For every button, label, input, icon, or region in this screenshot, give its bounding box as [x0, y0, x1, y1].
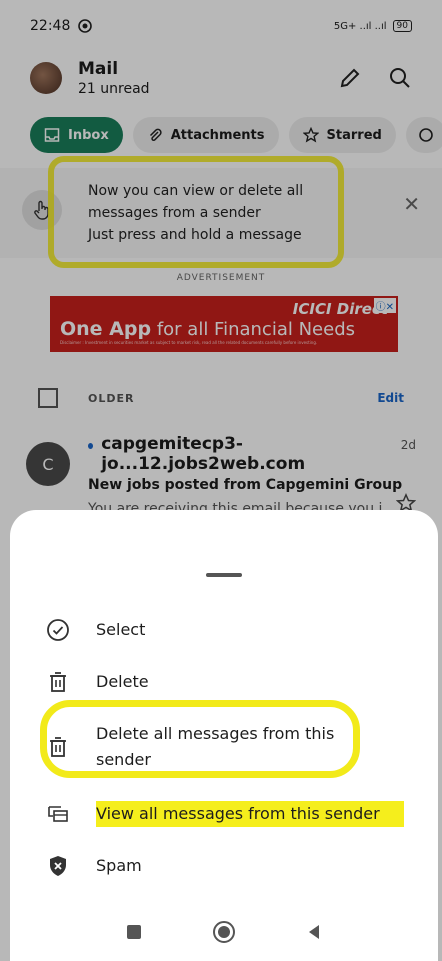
- menu-item-spam[interactable]: Spam: [10, 853, 438, 879]
- trash-icon: [46, 670, 70, 694]
- menu-item-label: View all messages from this sender: [96, 801, 404, 827]
- menu-item-label: Spam: [96, 856, 142, 875]
- menu-item-select[interactable]: Select: [10, 617, 438, 643]
- back-icon[interactable]: [305, 923, 323, 941]
- menu-item-view-all[interactable]: View all messages from this sender: [10, 801, 438, 827]
- home-icon[interactable]: [212, 920, 236, 944]
- recent-apps-icon[interactable]: [125, 923, 143, 941]
- menu-item-label: Delete: [96, 672, 149, 691]
- shield-x-icon: [46, 854, 70, 878]
- annotation-highlight-delete-all: [40, 700, 360, 778]
- system-nav-bar: [10, 912, 438, 952]
- check-circle-icon: [46, 618, 70, 642]
- menu-item-delete[interactable]: Delete: [10, 669, 438, 695]
- view-sender-icon: [46, 802, 70, 826]
- drag-handle[interactable]: [206, 573, 242, 577]
- menu-item-label: Select: [96, 620, 146, 639]
